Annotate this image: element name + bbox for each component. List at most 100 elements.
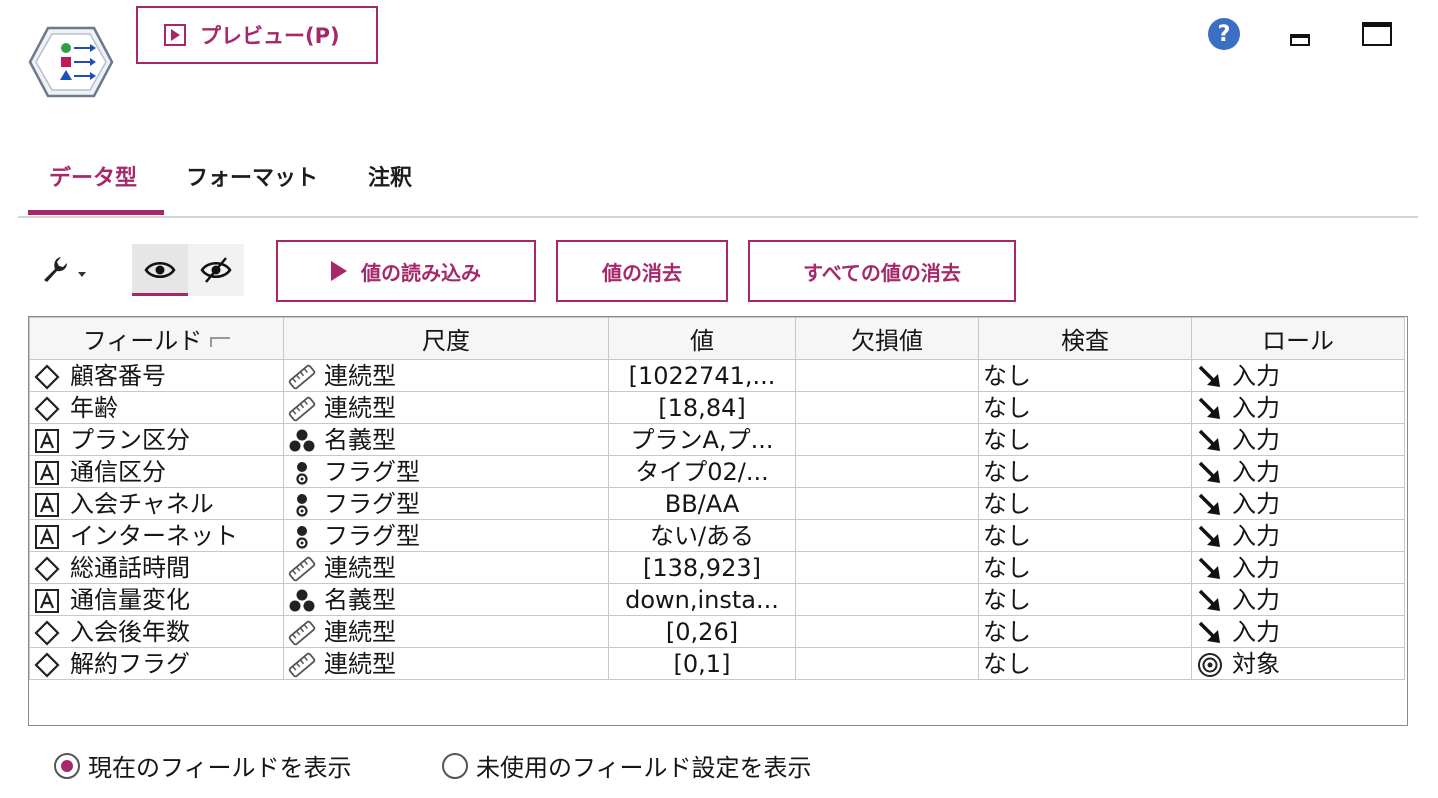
check-cell[interactable]: なし — [978, 423, 1192, 456]
clear-values-button[interactable]: 値の消去 — [556, 240, 728, 302]
show-current-fields-option[interactable]: 現在のフィールドを表示 — [54, 748, 352, 783]
field-cell[interactable]: プラン区分 — [29, 423, 284, 456]
values-cell[interactable]: [0,26] — [608, 615, 796, 648]
check-cell[interactable]: なし — [978, 359, 1192, 392]
field-cell[interactable]: 通信量変化 — [29, 583, 284, 616]
input-role-icon — [1196, 428, 1224, 454]
role-cell[interactable]: 入力 — [1191, 391, 1405, 424]
role-cell[interactable]: 対象 — [1191, 647, 1405, 680]
missing-cell[interactable] — [795, 551, 979, 584]
values-cell[interactable]: [18,84] — [608, 391, 796, 424]
check-cell[interactable]: なし — [978, 455, 1192, 488]
table-row[interactable]: 入会後年数 連続型 [0,26] なし 入力 — [29, 615, 1405, 648]
role-cell[interactable]: 入力 — [1191, 359, 1405, 392]
maximize-icon[interactable] — [1362, 22, 1392, 46]
check-cell[interactable]: なし — [978, 583, 1192, 616]
check-cell[interactable]: なし — [978, 615, 1192, 648]
tab-format[interactable]: フォーマット — [186, 160, 318, 192]
radio-selected-icon[interactable] — [54, 752, 80, 779]
missing-cell[interactable] — [795, 487, 979, 520]
role-cell[interactable]: 入力 — [1191, 583, 1405, 616]
preview-button[interactable]: プレビュー(P) — [136, 6, 378, 64]
eye-icon — [144, 262, 176, 278]
values-cell[interactable]: BB/AA — [608, 487, 796, 520]
continuous-field-icon — [34, 555, 62, 582]
values-cell[interactable]: [138,923] — [608, 551, 796, 584]
measure-cell[interactable]: 連続型 — [283, 359, 609, 392]
column-header-measure[interactable]: 尺度 — [283, 317, 609, 360]
missing-cell[interactable] — [795, 423, 979, 456]
string-field-icon — [34, 428, 62, 454]
field-cell[interactable]: インターネット — [29, 519, 284, 552]
measure-label: フラグ型 — [324, 521, 420, 550]
tab-data-type[interactable]: データ型 — [49, 160, 137, 192]
measure-cell[interactable]: フラグ型 — [283, 487, 609, 520]
show-fields-toggle[interactable] — [132, 244, 188, 296]
values-cell[interactable]: [0,1] — [608, 647, 796, 680]
missing-cell[interactable] — [795, 583, 979, 616]
table-row[interactable]: 解約フラグ 連続型 [0,1] なし 対象 — [29, 647, 1405, 680]
role-cell[interactable]: 入力 — [1191, 519, 1405, 552]
measure-cell[interactable]: 名義型 — [283, 423, 609, 456]
role-cell[interactable]: 入力 — [1191, 615, 1405, 648]
values-cell[interactable]: down,insta... — [608, 583, 796, 616]
minimize-icon[interactable] — [1290, 34, 1310, 46]
measure-cell[interactable]: フラグ型 — [283, 519, 609, 552]
table-row[interactable]: 顧客番号 連続型 [1022741,... なし 入力 — [29, 359, 1405, 392]
field-cell[interactable]: 入会後年数 — [29, 615, 284, 648]
measure-cell[interactable]: 連続型 — [283, 615, 609, 648]
missing-cell[interactable] — [795, 647, 979, 680]
check-cell[interactable]: なし — [978, 487, 1192, 520]
values-cell[interactable]: タイプ02/... — [608, 455, 796, 488]
radio-unselected-icon[interactable] — [442, 752, 468, 779]
values-cell[interactable]: プランA,プ... — [608, 423, 796, 456]
field-cell[interactable]: 通信区分 — [29, 455, 284, 488]
measure-cell[interactable]: フラグ型 — [283, 455, 609, 488]
missing-cell[interactable] — [795, 615, 979, 648]
measure-cell[interactable]: 連続型 — [283, 647, 609, 680]
role-cell[interactable]: 入力 — [1191, 455, 1405, 488]
continuous-field-icon — [34, 363, 62, 390]
check-cell[interactable]: なし — [978, 551, 1192, 584]
field-cell[interactable]: 年齢 — [29, 391, 284, 424]
measure-cell[interactable]: 連続型 — [283, 551, 609, 584]
measure-cell[interactable]: 名義型 — [283, 583, 609, 616]
table-row[interactable]: 入会チャネル フラグ型 BB/AA なし 入力 — [29, 487, 1405, 520]
field-cell[interactable]: 入会チャネル — [29, 487, 284, 520]
show-unused-fields-option[interactable]: 未使用のフィールド設定を表示 — [442, 748, 812, 783]
field-cell[interactable]: 顧客番号 — [29, 359, 284, 392]
missing-cell[interactable] — [795, 359, 979, 392]
clear-all-values-button[interactable]: すべての値の消去 — [748, 240, 1016, 302]
missing-cell[interactable] — [795, 519, 979, 552]
check-cell[interactable]: なし — [978, 391, 1192, 424]
table-row[interactable]: 通信区分 フラグ型 タイプ02/... なし 入力 — [29, 455, 1405, 488]
measure-cell[interactable]: 連続型 — [283, 391, 609, 424]
hide-fields-toggle[interactable] — [188, 244, 244, 296]
tools-menu-button[interactable] — [38, 252, 90, 288]
column-header-missing[interactable]: 欠損値 — [795, 317, 979, 360]
role-cell[interactable]: 入力 — [1191, 551, 1405, 584]
column-header-values[interactable]: 値 — [608, 317, 796, 360]
table-row[interactable]: プラン区分 名義型 プランA,プ... なし 入力 — [29, 423, 1405, 456]
tab-annotation[interactable]: 注釈 — [368, 160, 412, 192]
column-header-check[interactable]: 検査 — [978, 317, 1192, 360]
read-values-button[interactable]: 値の読み込み — [276, 240, 536, 302]
table-row[interactable]: インターネット フラグ型 ない/ある なし 入力 — [29, 519, 1405, 552]
table-row[interactable]: 通信量変化 名義型 down,insta... なし 入力 — [29, 583, 1405, 616]
field-cell[interactable]: 総通話時間 — [29, 551, 284, 584]
missing-cell[interactable] — [795, 455, 979, 488]
column-header-field[interactable]: フィールド — [29, 317, 284, 360]
field-cell[interactable]: 解約フラグ — [29, 647, 284, 680]
table-row[interactable]: 年齢 連続型 [18,84] なし 入力 — [29, 391, 1405, 424]
check-cell[interactable]: なし — [978, 647, 1192, 680]
values-cell[interactable]: ない/ある — [608, 519, 796, 552]
role-cell[interactable]: 入力 — [1191, 487, 1405, 520]
type-table: フィールド 尺度 値 欠損値 検査 ロール 顧客番号 連続型 [1022741,..… — [28, 316, 1408, 726]
check-cell[interactable]: なし — [978, 519, 1192, 552]
column-header-role[interactable]: ロール — [1191, 317, 1405, 360]
table-row[interactable]: 総通話時間 連続型 [138,923] なし 入力 — [29, 551, 1405, 584]
help-icon[interactable]: ? — [1208, 18, 1240, 50]
role-cell[interactable]: 入力 — [1191, 423, 1405, 456]
values-cell[interactable]: [1022741,... — [608, 359, 796, 392]
missing-cell[interactable] — [795, 391, 979, 424]
